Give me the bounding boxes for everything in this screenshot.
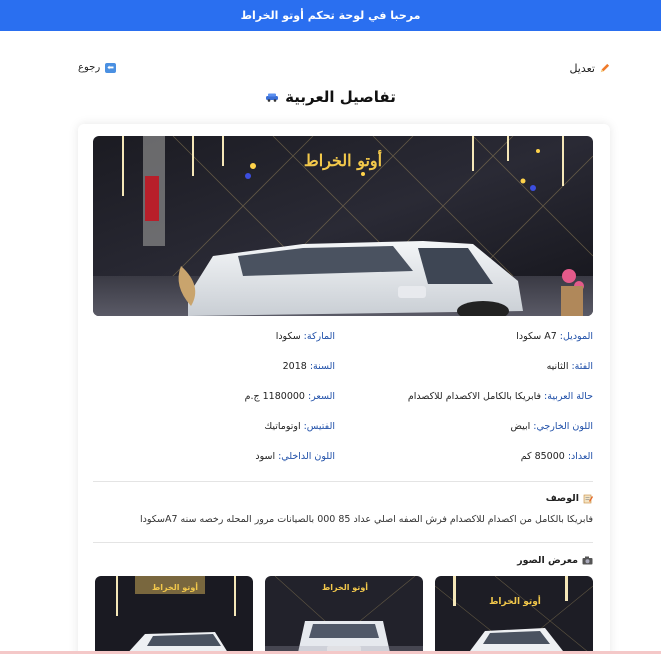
brand-label: الماركة:: [303, 330, 335, 342]
welcome-banner: مرحبا في لوحة تحكم أوتو الخراط: [0, 0, 661, 31]
welcome-text: مرحبا في لوحة تحكم أوتو الخراط: [240, 9, 421, 22]
edit-button[interactable]: تعديل: [569, 62, 610, 75]
mileage-label: العداد:: [567, 450, 593, 462]
back-arrow-icon: ⬅: [105, 62, 117, 73]
category-value: الثانيه: [546, 360, 569, 372]
exterior-color-value: ابيض: [510, 420, 531, 432]
back-label: رجوع: [78, 62, 101, 73]
page-title: تفاصيل العربية: [285, 88, 396, 106]
exterior-color-label: اللون الخارجي:: [533, 420, 593, 432]
detail-category: الفئة: الثانيه: [343, 359, 593, 373]
toolbar: تعديل ⬅ رجوع: [78, 62, 610, 78]
gallery-thumbnail[interactable]: أوتو الخراط: [265, 576, 423, 654]
memo-icon: [583, 494, 593, 503]
thumb-sign: أوتو الخراط: [152, 582, 198, 592]
detail-exterior-color: اللون الخارجي: ابيض: [343, 419, 593, 433]
description-text: فابريكا بالكامل من اكصدام للاكصدام فرش ا…: [140, 514, 593, 525]
gallery-thumbnail[interactable]: أوتو الخراط: [435, 576, 593, 654]
detail-price: السعر: 1180000 ج.م: [85, 389, 335, 403]
transmission-value: اوتوماتيك: [264, 420, 301, 432]
gallery-title: معرض الصور: [517, 555, 578, 566]
price-label: السعر:: [307, 390, 335, 402]
condition-value: فابريكا بالكامل الاكصدام للاكصدام: [407, 390, 542, 402]
detail-interior-color: اللون الداخلي: اسود: [85, 449, 335, 463]
model-value: A7 سكودا: [516, 330, 557, 342]
divider: [93, 481, 593, 482]
showroom-sign: أوتو الخراط: [304, 149, 382, 171]
price-value: 1180000 ج.م: [244, 390, 305, 402]
car-main-image[interactable]: أوتو الخراط: [93, 136, 593, 316]
model-label: الموديل:: [559, 330, 593, 342]
mileage-value: 85000 كم: [520, 450, 565, 462]
thumb-sign: أوتو الخراط: [322, 582, 368, 592]
description-title: الوصف: [545, 493, 579, 504]
category-label: الفئة:: [571, 360, 593, 372]
gallery-thumbnail[interactable]: أوتو الخراط: [95, 576, 253, 654]
car-details-card: أوتو الخراط الموديل: A7 سكودا الماركة: س…: [78, 124, 610, 654]
description-heading: الوصف: [546, 493, 593, 504]
year-value: 2018: [282, 360, 307, 372]
gallery-heading: معرض الصور: [517, 555, 593, 566]
back-button[interactable]: ⬅ رجوع: [78, 62, 117, 73]
year-label: السنة:: [309, 360, 335, 372]
camera-icon: [582, 556, 593, 565]
transmission-label: الفتيس:: [303, 420, 335, 432]
detail-model: الموديل: A7 سكودا: [343, 329, 593, 343]
detail-brand: الماركة: سكودا: [85, 329, 335, 343]
interior-color-label: اللون الداخلي:: [278, 450, 335, 462]
edit-label: تعديل: [569, 62, 595, 75]
detail-condition: حالة العربية: فابريكا بالكامل الاكصدام ل…: [343, 389, 593, 403]
condition-label: حالة العربية:: [544, 390, 593, 402]
interior-color-value: اسود: [255, 450, 276, 462]
brand-value: سكودا: [275, 330, 301, 342]
pencil-icon: [600, 63, 610, 73]
detail-mileage: العداد: 85000 كم: [343, 449, 593, 463]
detail-year: السنة: 2018: [85, 359, 335, 373]
detail-transmission: الفتيس: اوتوماتيك: [85, 419, 335, 433]
car-icon: [266, 93, 279, 102]
divider: [93, 542, 593, 543]
thumb-sign: أوتو الخراط: [489, 595, 541, 607]
page-title-wrap: تفاصيل العربية: [0, 88, 661, 106]
